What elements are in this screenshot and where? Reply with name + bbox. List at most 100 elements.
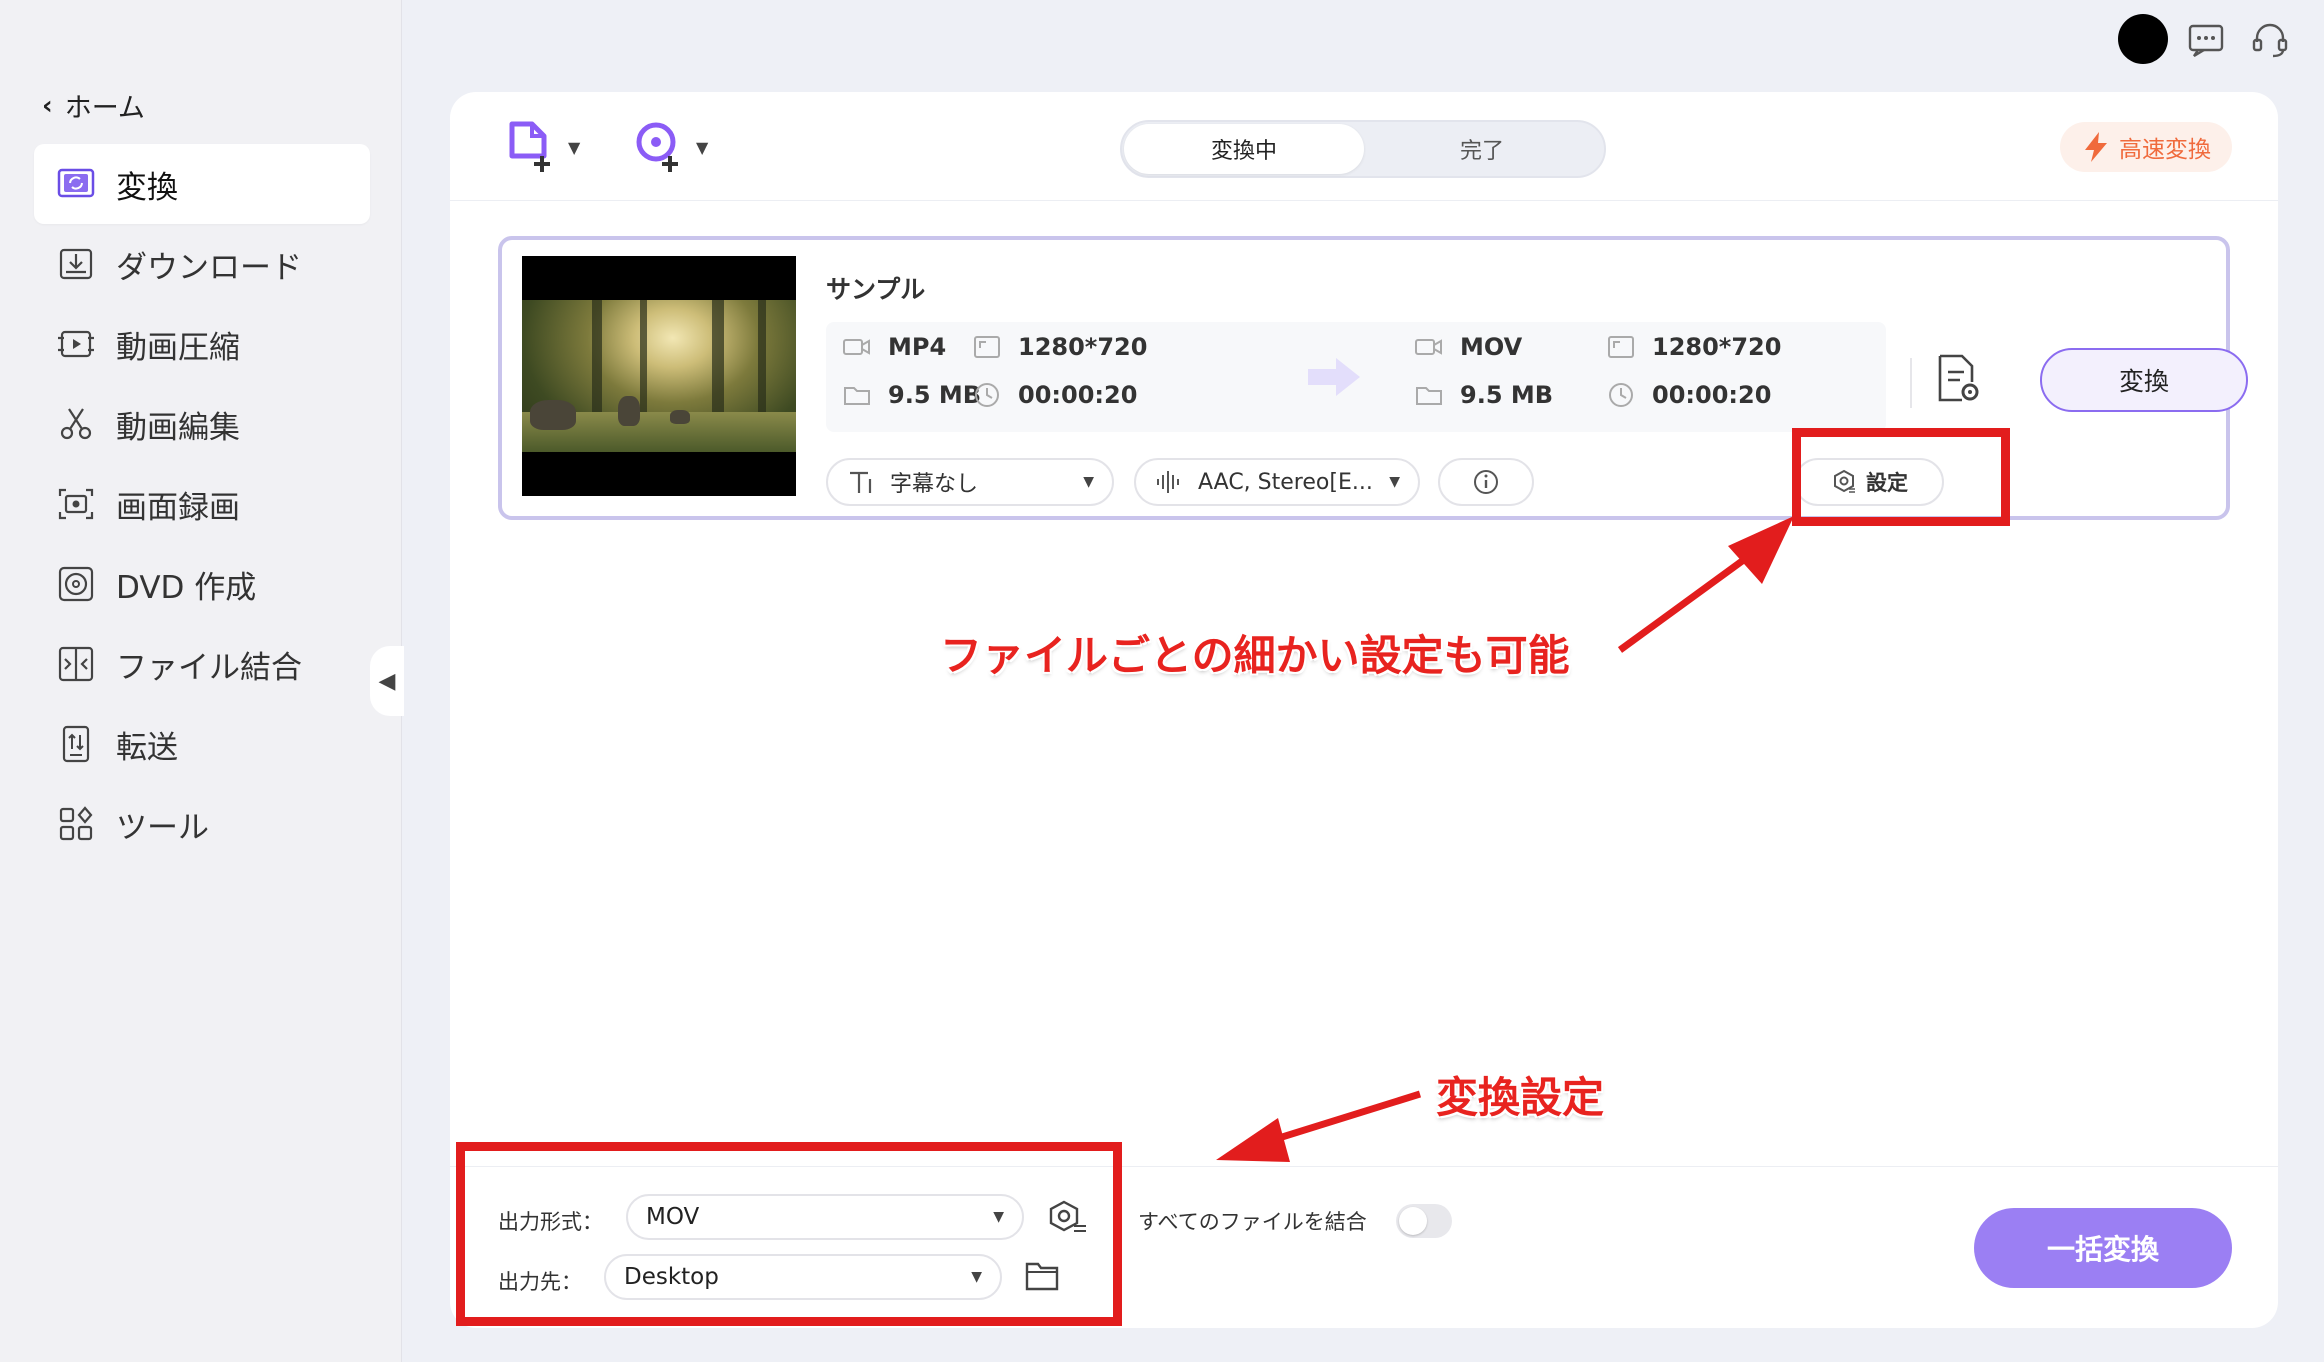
source-duration: 00:00:20	[972, 380, 1137, 410]
compress-icon	[58, 330, 94, 358]
file-info-panel: MP4 9.5 MB 1280*720 00:00:20 MOV 9.5 MB …	[826, 322, 1886, 432]
sidebar-item-label: ツール	[116, 809, 209, 846]
transfer-icon	[62, 725, 90, 763]
folder-icon	[1416, 387, 1442, 405]
avatar[interactable]	[2118, 14, 2168, 64]
sidebar-item-label: 転送	[116, 729, 178, 766]
home-label: ホーム	[64, 93, 145, 124]
source-size: 9.5 MB	[842, 380, 981, 410]
audio-select[interactable]: AAC, Stereo[E... ▼	[1134, 458, 1420, 506]
fast-convert-button[interactable]: 高速変換	[2060, 122, 2232, 172]
target-size: 9.5 MB	[1414, 380, 1553, 410]
resolution-icon	[1608, 336, 1634, 358]
chevron-down-icon: ▼	[568, 137, 581, 157]
target-duration-value: 00:00:20	[1652, 381, 1772, 409]
screen-record-icon	[58, 488, 94, 520]
sidebar-item-compress[interactable]: 動画圧縮	[34, 304, 370, 384]
video-icon	[843, 339, 870, 355]
arrow-right-icon	[1308, 358, 1360, 396]
collapse-sidebar-button[interactable]: ◀	[370, 646, 404, 716]
headset-icon[interactable]	[2250, 20, 2290, 60]
sidebar-item-transfer[interactable]: 転送	[34, 704, 370, 784]
sidebar-item-label: 画面録画	[116, 489, 240, 526]
chat-icon[interactable]	[2186, 20, 2226, 60]
info-icon	[1474, 470, 1498, 494]
file-settings-icon[interactable]	[1934, 350, 1984, 406]
tab-converting[interactable]: 変換中	[1124, 124, 1364, 174]
convert-button[interactable]: 変換	[2040, 348, 2248, 412]
home-link[interactable]: ‹ ホーム	[42, 86, 145, 125]
chevron-left-icon: ◀	[378, 668, 396, 694]
annotation-arrow-settings	[1617, 516, 1794, 653]
lightning-icon	[2085, 132, 2107, 162]
status-tabs: 変換中 完了	[1120, 120, 1606, 178]
annotation-file-settings: ファイルごとの細かい設定も可能	[940, 631, 1570, 680]
target-format: MOV	[1414, 332, 1522, 362]
thumbnail-scene	[522, 300, 796, 452]
sidebar-item-record[interactable]: 画面録画	[34, 464, 370, 544]
divider	[450, 200, 2278, 201]
source-size-value: 9.5 MB	[888, 381, 982, 409]
sidebar-item-edit[interactable]: 動画編集	[34, 384, 370, 464]
sidebar-item-download[interactable]: ダウンロード	[34, 224, 370, 304]
source-resolution-value: 1280*720	[1018, 333, 1148, 361]
file-name: サンプル	[826, 275, 926, 304]
info-button[interactable]	[1438, 458, 1534, 506]
folder-icon	[844, 387, 870, 405]
resolution-icon	[974, 336, 1000, 358]
sidebar: ‹ ホーム 変換 ダウンロード 動画圧縮 動画編集 画面録画 DVD 作成 ファ…	[0, 0, 402, 1362]
convert-icon	[57, 168, 95, 198]
target-size-value: 9.5 MB	[1460, 381, 1554, 409]
video-thumbnail[interactable]	[522, 256, 796, 496]
add-file-icon	[509, 121, 550, 172]
target-format-value: MOV	[1460, 333, 1523, 361]
add-disc-icon	[636, 122, 678, 172]
audio-value: AAC, Stereo[E...	[1198, 469, 1373, 495]
subtitle-value: 字幕なし	[890, 472, 979, 497]
annotation-box-settings	[1792, 428, 2010, 526]
sidebar-item-tools[interactable]: ツール	[34, 784, 370, 864]
batch-convert-button[interactable]: 一括変換	[1974, 1208, 2232, 1288]
annotation-box-output	[456, 1142, 1122, 1326]
sidebar-item-merge[interactable]: ファイル結合	[34, 624, 370, 704]
scissors-icon	[60, 408, 92, 440]
sidebar-item-label: 変換	[116, 169, 178, 206]
clock-icon	[975, 383, 999, 407]
sidebar-item-label: 動画編集	[116, 409, 240, 446]
text-icon	[850, 471, 872, 493]
audio-wave-icon	[1157, 471, 1179, 493]
chevron-down-icon: ▼	[696, 137, 709, 157]
source-format-value: MP4	[888, 333, 947, 361]
dvd-icon	[58, 566, 94, 602]
tools-icon	[59, 806, 93, 841]
download-icon	[59, 248, 93, 280]
divider	[1910, 358, 1912, 408]
sidebar-item-dvd[interactable]: DVD 作成	[34, 544, 370, 624]
sidebar-item-label: ファイル結合	[116, 649, 302, 686]
add-file-button[interactable]: ▼	[506, 120, 580, 174]
sidebar-item-label: 動画圧縮	[116, 329, 240, 366]
tab-completed[interactable]: 完了	[1362, 124, 1602, 174]
app-window: ‹ ホーム 変換 ダウンロード 動画圧縮 動画編集 画面録画 DVD 作成 ファ…	[0, 0, 2324, 1362]
merge-icon	[58, 646, 94, 682]
target-resolution-value: 1280*720	[1652, 333, 1782, 361]
subtitle-select[interactable]: 字幕なし ▼	[826, 458, 1114, 506]
source-format: MP4	[842, 332, 946, 362]
sidebar-item-label: ダウンロード	[116, 249, 302, 286]
video-icon	[1415, 339, 1442, 355]
add-dvd-button[interactable]: ▼	[634, 120, 708, 174]
sidebar-item-label: DVD 作成	[116, 569, 257, 606]
fast-convert-label: 高速変換	[2119, 137, 2211, 163]
chevron-down-icon: ▼	[1083, 474, 1094, 490]
annotation-arrow-output	[1216, 1090, 1422, 1162]
source-resolution: 1280*720	[972, 332, 1147, 362]
merge-toggle[interactable]	[1396, 1204, 1452, 1238]
clock-icon	[1609, 383, 1633, 407]
source-duration-value: 00:00:20	[1018, 381, 1138, 409]
annotation-convert-settings: 変換設定	[1436, 1073, 1605, 1122]
target-duration: 00:00:20	[1606, 380, 1771, 410]
target-resolution: 1280*720	[1606, 332, 1781, 362]
merge-label: すべてのファイルを結合	[1138, 1210, 1367, 1234]
sidebar-item-convert[interactable]: 変換	[34, 144, 370, 224]
chevron-down-icon: ▼	[1389, 474, 1400, 490]
